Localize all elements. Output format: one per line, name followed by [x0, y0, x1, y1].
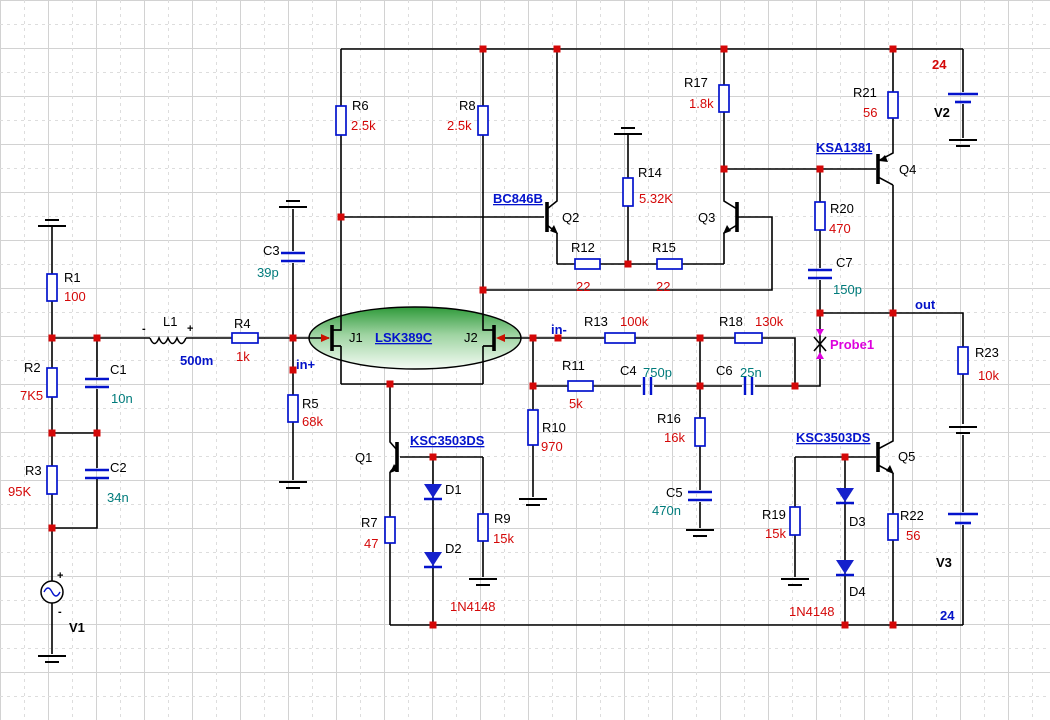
schematic-svg[interactable]: R1 100 R2 7K5 R3 95K R4 1k R5 68k R6 2.5…	[0, 0, 1050, 720]
source-value: 24	[932, 57, 947, 72]
capacitor-label: C7	[836, 255, 853, 270]
resistor-value: 15k	[493, 531, 514, 546]
capacitor-label: C6	[716, 363, 733, 378]
diode-label: D1	[445, 482, 462, 497]
capacitor-value: 34n	[107, 490, 129, 505]
resistor-label: R23	[975, 345, 999, 360]
capacitor-label: C1	[110, 362, 127, 377]
resistor-value: 100k	[620, 314, 649, 329]
capacitor-label: C5	[666, 485, 683, 500]
jfet-label: J2	[464, 330, 478, 345]
resistor-label: R8	[459, 98, 476, 113]
part-number-Q1-KSC3503DS[interactable]: KSC3503DS	[410, 433, 485, 448]
resistor-value: 95K	[8, 484, 31, 499]
transistor-label: Q5	[898, 449, 915, 464]
resistor-label: R2	[24, 360, 41, 375]
resistor-value: 5.32K	[639, 191, 673, 206]
resistor-value: 68k	[302, 414, 323, 429]
resistor-label: R12	[571, 240, 595, 255]
minus-sign: -	[58, 606, 62, 618]
part-number-Q5-KSC3503DS[interactable]: KSC3503DS	[796, 430, 871, 445]
capacitor-value: 25n	[740, 365, 762, 380]
resistor-value: 130k	[755, 314, 784, 329]
resistor-value: 5k	[569, 396, 583, 411]
plus-sign: +	[57, 570, 63, 582]
resistor-label: R9	[494, 511, 511, 526]
resistor-label: R21	[853, 85, 877, 100]
transistor-label: Q1	[355, 450, 372, 465]
inductor-label: L1	[163, 314, 177, 329]
resistor-label: R11	[562, 358, 585, 373]
resistor-value: 16k	[664, 430, 685, 445]
resistor-value: 2.5k	[447, 118, 472, 133]
schematic-canvas[interactable]: R1 100 R2 7K5 R3 95K R4 1k R5 68k R6 2.5…	[0, 0, 1050, 720]
resistor-value: 22	[576, 279, 590, 294]
part-number-Q4-KSA1381[interactable]: KSA1381	[816, 140, 872, 155]
capacitor-value: 10n	[111, 391, 133, 406]
resistor-label: R10	[542, 420, 566, 435]
part-number-LSK389C[interactable]: LSK389C	[375, 330, 433, 345]
capacitor-label: C4	[620, 363, 637, 378]
diode-label: D2	[445, 541, 462, 556]
transistor-label: Q4	[899, 162, 916, 177]
resistor-value: 1k	[236, 349, 250, 364]
capacitor-value: 470n	[652, 503, 681, 518]
resistor-value: 1.8k	[689, 96, 714, 111]
diode-label: D3	[849, 514, 866, 529]
minus-sign: -	[142, 323, 146, 335]
source-label: V2	[934, 105, 950, 120]
net-label-in-plus[interactable]: in+	[296, 357, 316, 372]
transistor-label: Q2	[562, 210, 579, 225]
resistor-label: R1	[64, 270, 81, 285]
resistor-value: 56	[906, 528, 920, 543]
resistor-label: R7	[361, 515, 378, 530]
jfet-label: J1	[349, 330, 363, 345]
resistor-value: 56	[863, 105, 877, 120]
resistor-label: R18	[719, 314, 743, 329]
resistor-value: 2.5k	[351, 118, 376, 133]
resistor-value: 15k	[765, 526, 786, 541]
transistor-label: Q3	[698, 210, 715, 225]
part-number-Q2-BC846B[interactable]: BC846B	[493, 191, 543, 206]
resistor-value: 100	[64, 289, 86, 304]
resistor-label: R19	[762, 507, 786, 522]
resistor-label: R13	[584, 314, 608, 329]
resistor-label: R6	[352, 98, 369, 113]
resistor-label: R4	[234, 316, 251, 331]
diode-model-left: 1N4148	[450, 599, 496, 614]
capacitor-value: 150p	[833, 282, 862, 297]
resistor-value: 47	[364, 536, 378, 551]
resistor-label: R15	[652, 240, 676, 255]
source-label: V3	[936, 555, 952, 570]
diode-model-right: 1N4148	[789, 604, 835, 619]
resistor-label: R16	[657, 411, 681, 426]
resistor-label: R17	[684, 75, 708, 90]
net-label-out[interactable]: out	[915, 297, 936, 312]
capacitor-value: 39p	[257, 265, 279, 280]
resistor-label: R5	[302, 396, 319, 411]
resistor-label: R3	[25, 463, 42, 478]
resistor-value: 22	[656, 279, 670, 294]
source-label: V1	[69, 620, 85, 635]
resistor-label: R20	[830, 201, 854, 216]
resistor-value: 7K5	[20, 388, 43, 403]
capacitor-label: C2	[110, 460, 127, 475]
source-value: 24	[940, 608, 955, 623]
resistor-label: R22	[900, 508, 924, 523]
diode-label: D4	[849, 584, 866, 599]
resistor-label: R14	[638, 165, 662, 180]
inductor-value: 500m	[180, 353, 213, 368]
plus-sign: +	[187, 323, 193, 335]
capacitor-value: 750p	[643, 365, 672, 380]
capacitor-label: C3	[263, 243, 280, 258]
resistor-value: 970	[541, 439, 563, 454]
resistor-value: 10k	[978, 368, 999, 383]
resistor-value: 470	[829, 221, 851, 236]
probe-label: Probe1	[830, 337, 874, 352]
